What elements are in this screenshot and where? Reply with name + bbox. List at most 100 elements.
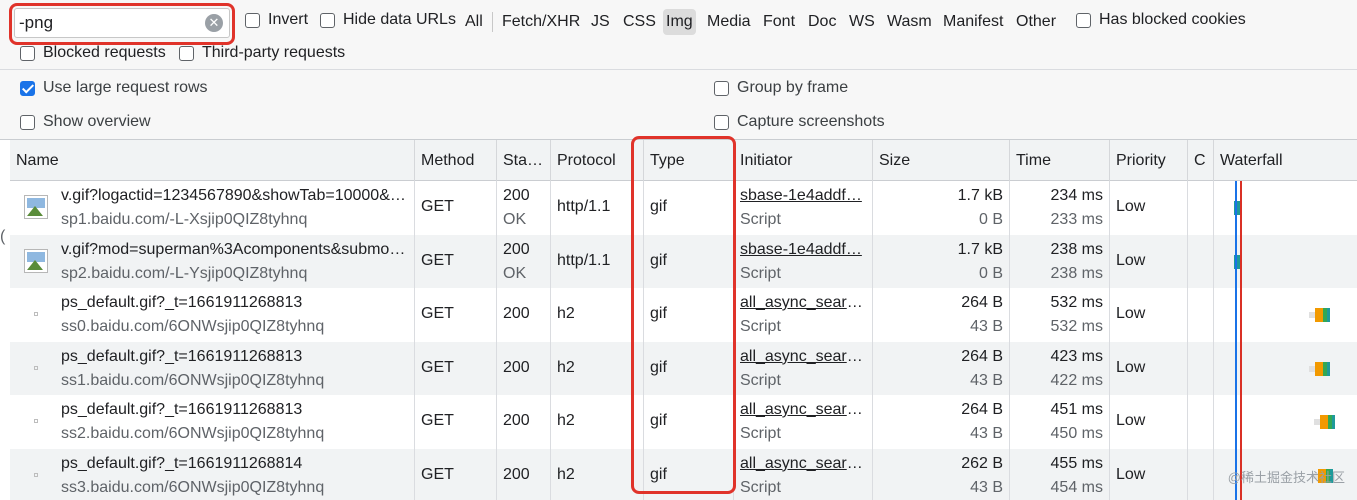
cell-type: gif — [644, 288, 734, 342]
cell-method: GET — [415, 181, 497, 235]
type-filter-js[interactable]: JS — [588, 9, 613, 35]
checkbox-icon[interactable] — [1076, 12, 1091, 28]
request-status-code: 200 — [503, 240, 530, 258]
clear-search-icon[interactable]: ✕ — [205, 14, 223, 32]
table-row[interactable]: v.gif?mod=superman%3Acomponents&submo… sp… — [10, 234, 1357, 288]
filter-input[interactable] — [19, 13, 205, 33]
cell-c — [1188, 448, 1214, 500]
hide-data-urls-checkbox[interactable]: Hide data URLs — [320, 11, 456, 29]
request-name[interactable]: ps_default.gif?_t=1661911268813 — [61, 401, 408, 419]
request-status-code: 200 — [503, 465, 530, 483]
table-row[interactable]: ps_default.gif?_t=1661911268814 ss3.baidu… — [10, 448, 1357, 500]
type-filter-ws[interactable]: WS — [846, 9, 878, 35]
cell-status: 200 — [497, 288, 551, 342]
cell-initiator: all_async_searc… Script — [734, 448, 873, 500]
waterfall-bar-end[interactable] — [1327, 308, 1330, 322]
cell-size: 1.7 kB 0 B — [873, 181, 1010, 235]
request-name[interactable]: v.gif?logactid=1234567890&showTab=10000&… — [61, 187, 408, 205]
column-header-waterfall[interactable]: Waterfall — [1214, 140, 1357, 181]
third-party-requests-checkbox[interactable]: Third-party requests — [179, 44, 345, 62]
type-filter-doc[interactable]: Doc — [805, 9, 839, 35]
column-header-time[interactable]: Time — [1010, 140, 1110, 181]
column-header-c[interactable]: C — [1188, 140, 1214, 181]
table-row[interactable]: ps_default.gif?_t=1661911268813 ss1.baidu… — [10, 341, 1357, 395]
initiator-link[interactable]: sbase-1e4addf… — [740, 241, 866, 259]
initiator-link[interactable]: all_async_searc… — [740, 294, 866, 312]
cell-type: gif — [644, 341, 734, 395]
capture-screenshots-checkbox[interactable]: Capture screenshots — [714, 113, 885, 131]
waterfall-bar-wait[interactable] — [1315, 308, 1323, 322]
type-filter-css[interactable]: CSS — [620, 9, 659, 35]
request-method: GET — [421, 412, 454, 429]
resource-size: 43 B — [970, 318, 1003, 335]
request-name[interactable]: v.gif?mod=superman%3Acomponents&submo… — [61, 241, 408, 259]
column-header-type[interactable]: Type — [644, 140, 734, 181]
type-filter-other[interactable]: Other — [1013, 9, 1059, 35]
waterfall-bar-end[interactable] — [1332, 415, 1335, 429]
cell-c — [1188, 288, 1214, 342]
type-filter-fetch-xhr[interactable]: Fetch/XHR — [499, 9, 583, 35]
table-row[interactable]: ps_default.gif?_t=1661911268813 ss0.baidu… — [10, 288, 1357, 342]
checkbox-icon[interactable] — [245, 12, 260, 28]
initiator-type: Script — [740, 478, 781, 496]
column-header-method[interactable]: Method — [415, 140, 497, 181]
group-by-frame-checkbox[interactable]: Group by frame — [714, 79, 848, 97]
table-row[interactable]: ps_default.gif?_t=1661911268813 ss2.baidu… — [10, 395, 1357, 449]
type-filter-media[interactable]: Media — [704, 9, 754, 35]
transfer-size: 1.7 kB — [957, 187, 1003, 204]
waterfall-bar-wait[interactable] — [1320, 415, 1328, 429]
checkbox-checked-icon[interactable] — [20, 80, 35, 96]
cell-time: 423 ms 422 ms — [1010, 341, 1110, 395]
initiator-type: Script — [740, 318, 781, 335]
type-filter-img[interactable]: Img — [663, 9, 696, 35]
column-header-size[interactable]: Size — [873, 140, 1010, 181]
checkbox-icon[interactable] — [20, 45, 35, 61]
type-filter-wasm[interactable]: Wasm — [884, 9, 935, 35]
request-status-text: OK — [503, 211, 527, 228]
column-header-name[interactable]: Name — [10, 140, 415, 181]
third-party-requests-label: Third-party requests — [202, 44, 346, 61]
cell-size: 264 B 43 B — [873, 395, 1010, 449]
initiator-link[interactable]: all_async_searc… — [740, 401, 866, 419]
initiator-link[interactable]: sbase-1e4addf… — [740, 187, 866, 205]
group-by-frame-label: Group by frame — [737, 79, 849, 96]
checkbox-icon[interactable] — [320, 12, 335, 28]
request-type: gif — [650, 305, 667, 322]
request-latency: 233 ms — [1050, 211, 1103, 228]
checkbox-icon[interactable] — [179, 45, 194, 61]
column-header-status[interactable]: Sta… — [497, 140, 551, 181]
request-name[interactable]: ps_default.gif?_t=1661911268813 — [61, 348, 408, 366]
cell-c — [1188, 395, 1214, 449]
waterfall-bar-wait[interactable] — [1315, 361, 1323, 376]
column-header-initiator[interactable]: Initiator — [734, 140, 873, 181]
type-filter-font[interactable]: Font — [760, 9, 798, 35]
checkbox-icon[interactable] — [714, 114, 729, 130]
request-protocol: http/1.1 — [557, 198, 611, 215]
request-status-text: OK — [503, 264, 527, 282]
column-header-protocol[interactable]: Protocol — [551, 140, 644, 181]
use-large-rows-checkbox[interactable]: Use large request rows — [20, 79, 208, 97]
request-method: GET — [421, 465, 454, 483]
initiator-link[interactable]: all_async_searc… — [740, 348, 866, 366]
checkbox-icon[interactable] — [20, 114, 35, 130]
type-filter-all[interactable]: All — [462, 9, 486, 35]
table-row[interactable]: v.gif?logactid=1234567890&showTab=10000&… — [10, 181, 1357, 235]
request-name[interactable]: ps_default.gif?_t=1661911268814 — [61, 455, 408, 473]
request-name[interactable]: ps_default.gif?_t=1661911268813 — [61, 294, 408, 312]
column-header-priority[interactable]: Priority — [1110, 140, 1188, 181]
cell-status: 200 — [497, 448, 551, 500]
cell-time: 455 ms 454 ms — [1010, 448, 1110, 500]
has-blocked-cookies-checkbox[interactable]: Has blocked cookies — [1076, 11, 1246, 29]
initiator-link[interactable]: all_async_searc… — [740, 455, 866, 473]
show-overview-checkbox[interactable]: Show overview — [20, 113, 151, 131]
cell-priority: Low — [1110, 341, 1188, 395]
request-method: GET — [421, 251, 454, 269]
request-time: 455 ms — [1050, 454, 1103, 472]
blocked-requests-checkbox[interactable]: Blocked requests — [20, 44, 166, 62]
checkbox-icon[interactable] — [714, 80, 729, 96]
invert-checkbox[interactable]: Invert — [245, 11, 308, 29]
resource-size: 0 B — [978, 264, 1003, 282]
request-priority: Low — [1116, 412, 1146, 429]
type-filter-manifest[interactable]: Manifest — [940, 9, 1006, 35]
waterfall-bar-end[interactable] — [1327, 361, 1330, 376]
